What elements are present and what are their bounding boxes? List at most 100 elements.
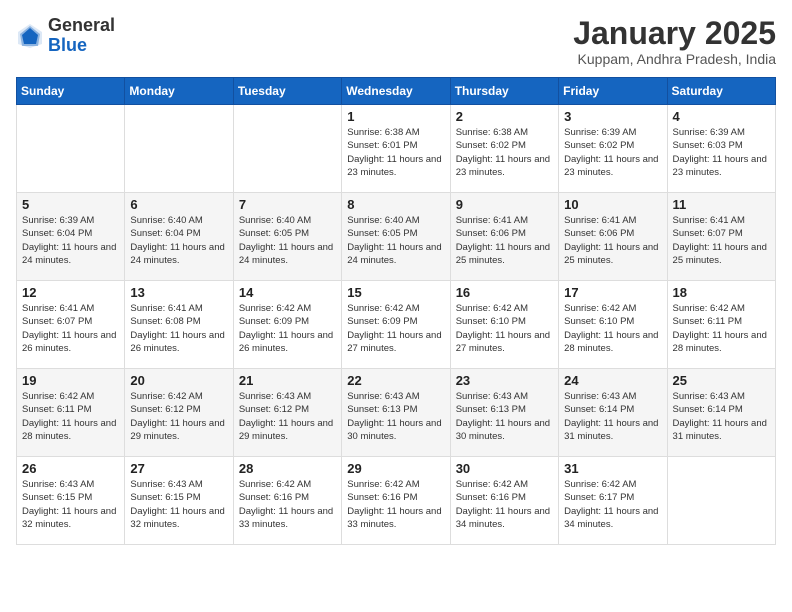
day-number: 23 xyxy=(456,373,553,388)
calendar-cell: 2Sunrise: 6:38 AM Sunset: 6:02 PM Daylig… xyxy=(450,105,558,193)
calendar-cell: 27 Sunrise: 6:43 AM Sunset: 6:15 PM Dayli… xyxy=(125,457,233,545)
weekday-header: Saturday xyxy=(667,78,775,105)
day-info: Sunrise: 6:42 AM Sunset: 6:09 PM Dayligh… xyxy=(347,302,444,355)
day-number: 31 xyxy=(564,461,661,476)
day-number: 24 xyxy=(564,373,661,388)
day-number: 12 xyxy=(22,285,119,300)
day-info: Sunrise: 6:43 AM Sunset: 6:13 PM Dayligh… xyxy=(456,390,553,443)
calendar-cell: 26 Sunrise: 6:43 AM Sunset: 6:15 PM Dayli… xyxy=(17,457,125,545)
calendar-week-row: 1Sunrise: 6:38 AM Sunset: 6:01 PM Daylig… xyxy=(17,105,776,193)
calendar-cell: 24 Sunrise: 6:43 AM Sunset: 6:14 PM Dayli… xyxy=(559,369,667,457)
day-info: Sunrise: 6:43 AM Sunset: 6:13 PM Dayligh… xyxy=(347,390,444,443)
day-info: Sunrise: 6:40 AM Sunset: 6:05 PM Dayligh… xyxy=(347,214,444,267)
day-number: 22 xyxy=(347,373,444,388)
location-text: Kuppam, Andhra Pradesh, India xyxy=(573,51,776,67)
calendar-cell xyxy=(667,457,775,545)
day-number: 13 xyxy=(130,285,227,300)
day-info: Sunrise: 6:42 AM Sunset: 6:11 PM Dayligh… xyxy=(673,302,770,355)
day-info: Sunrise: 6:42 AM Sunset: 6:16 PM Dayligh… xyxy=(239,478,336,531)
day-info: Sunrise: 6:43 AM Sunset: 6:14 PM Dayligh… xyxy=(673,390,770,443)
day-info: Sunrise: 6:39 AM Sunset: 6:02 PM Dayligh… xyxy=(564,126,661,179)
weekday-header: Sunday xyxy=(17,78,125,105)
calendar-header-row: SundayMondayTuesdayWednesdayThursdayFrid… xyxy=(17,78,776,105)
day-number: 16 xyxy=(456,285,553,300)
calendar-cell: 18 Sunrise: 6:42 AM Sunset: 6:11 PM Dayli… xyxy=(667,281,775,369)
day-info: Sunrise: 6:43 AM Sunset: 6:14 PM Dayligh… xyxy=(564,390,661,443)
logo-text: General Blue xyxy=(48,16,115,56)
calendar-cell: 25Sunrise: 6:43 AM Sunset: 6:14 PM Dayli… xyxy=(667,369,775,457)
calendar-cell: 22 Sunrise: 6:43 AM Sunset: 6:13 PM Dayli… xyxy=(342,369,450,457)
calendar-week-row: 19 Sunrise: 6:42 AM Sunset: 6:11 PM Dayli… xyxy=(17,369,776,457)
weekday-header: Tuesday xyxy=(233,78,341,105)
calendar-cell: 17 Sunrise: 6:42 AM Sunset: 6:10 PM Dayli… xyxy=(559,281,667,369)
day-info: Sunrise: 6:41 AM Sunset: 6:08 PM Dayligh… xyxy=(130,302,227,355)
day-number: 21 xyxy=(239,373,336,388)
day-number: 4 xyxy=(673,109,770,124)
day-number: 7 xyxy=(239,197,336,212)
calendar-cell: 28 Sunrise: 6:42 AM Sunset: 6:16 PM Dayli… xyxy=(233,457,341,545)
day-info: Sunrise: 6:41 AM Sunset: 6:07 PM Dayligh… xyxy=(22,302,119,355)
day-number: 8 xyxy=(347,197,444,212)
calendar-cell xyxy=(233,105,341,193)
calendar-cell: 3 Sunrise: 6:39 AM Sunset: 6:02 PM Daylig… xyxy=(559,105,667,193)
calendar-cell: 30Sunrise: 6:42 AM Sunset: 6:16 PM Dayli… xyxy=(450,457,558,545)
day-info: Sunrise: 6:42 AM Sunset: 6:09 PM Dayligh… xyxy=(239,302,336,355)
day-number: 26 xyxy=(22,461,119,476)
calendar-cell: 6 Sunrise: 6:40 AM Sunset: 6:04 PM Daylig… xyxy=(125,193,233,281)
day-info: Sunrise: 6:39 AM Sunset: 6:03 PM Dayligh… xyxy=(673,126,770,179)
day-info: Sunrise: 6:39 AM Sunset: 6:04 PM Dayligh… xyxy=(22,214,119,267)
calendar-cell: 23 Sunrise: 6:43 AM Sunset: 6:13 PM Dayli… xyxy=(450,369,558,457)
weekday-header: Friday xyxy=(559,78,667,105)
month-title: January 2025 xyxy=(573,16,776,51)
calendar-cell: 14Sunrise: 6:42 AM Sunset: 6:09 PM Dayli… xyxy=(233,281,341,369)
calendar-cell: 16Sunrise: 6:42 AM Sunset: 6:10 PM Dayli… xyxy=(450,281,558,369)
day-number: 27 xyxy=(130,461,227,476)
day-number: 1 xyxy=(347,109,444,124)
day-number: 17 xyxy=(564,285,661,300)
day-info: Sunrise: 6:42 AM Sunset: 6:16 PM Dayligh… xyxy=(347,478,444,531)
logo-icon xyxy=(16,22,44,50)
calendar-cell: 8 Sunrise: 6:40 AM Sunset: 6:05 PM Daylig… xyxy=(342,193,450,281)
day-info: Sunrise: 6:43 AM Sunset: 6:15 PM Dayligh… xyxy=(22,478,119,531)
calendar-cell: 21 Sunrise: 6:43 AM Sunset: 6:12 PM Dayli… xyxy=(233,369,341,457)
calendar-cell: 4 Sunrise: 6:39 AM Sunset: 6:03 PM Daylig… xyxy=(667,105,775,193)
day-number: 30 xyxy=(456,461,553,476)
day-number: 28 xyxy=(239,461,336,476)
calendar-week-row: 5 Sunrise: 6:39 AM Sunset: 6:04 PM Daylig… xyxy=(17,193,776,281)
calendar-cell: 13 Sunrise: 6:41 AM Sunset: 6:08 PM Dayli… xyxy=(125,281,233,369)
day-number: 3 xyxy=(564,109,661,124)
day-info: Sunrise: 6:43 AM Sunset: 6:12 PM Dayligh… xyxy=(239,390,336,443)
day-info: Sunrise: 6:41 AM Sunset: 6:07 PM Dayligh… xyxy=(673,214,770,267)
day-number: 15 xyxy=(347,285,444,300)
day-number: 18 xyxy=(673,285,770,300)
day-info: Sunrise: 6:43 AM Sunset: 6:15 PM Dayligh… xyxy=(130,478,227,531)
day-info: Sunrise: 6:42 AM Sunset: 6:10 PM Dayligh… xyxy=(564,302,661,355)
day-info: Sunrise: 6:42 AM Sunset: 6:12 PM Dayligh… xyxy=(130,390,227,443)
calendar-cell: 1Sunrise: 6:38 AM Sunset: 6:01 PM Daylig… xyxy=(342,105,450,193)
weekday-header: Monday xyxy=(125,78,233,105)
calendar-cell: 20 Sunrise: 6:42 AM Sunset: 6:12 PM Dayli… xyxy=(125,369,233,457)
day-number: 9 xyxy=(456,197,553,212)
calendar-week-row: 12 Sunrise: 6:41 AM Sunset: 6:07 PM Dayli… xyxy=(17,281,776,369)
day-number: 6 xyxy=(130,197,227,212)
day-number: 19 xyxy=(22,373,119,388)
weekday-header: Thursday xyxy=(450,78,558,105)
day-number: 20 xyxy=(130,373,227,388)
calendar-cell: 7Sunrise: 6:40 AM Sunset: 6:05 PM Daylig… xyxy=(233,193,341,281)
day-info: Sunrise: 6:41 AM Sunset: 6:06 PM Dayligh… xyxy=(456,214,553,267)
calendar-cell: 19 Sunrise: 6:42 AM Sunset: 6:11 PM Dayli… xyxy=(17,369,125,457)
logo-blue-text: Blue xyxy=(48,36,115,56)
calendar-cell: 5 Sunrise: 6:39 AM Sunset: 6:04 PM Daylig… xyxy=(17,193,125,281)
calendar-cell: 29 Sunrise: 6:42 AM Sunset: 6:16 PM Dayli… xyxy=(342,457,450,545)
day-info: Sunrise: 6:42 AM Sunset: 6:11 PM Dayligh… xyxy=(22,390,119,443)
page-header: General Blue January 2025 Kuppam, Andhra… xyxy=(16,16,776,67)
day-info: Sunrise: 6:38 AM Sunset: 6:02 PM Dayligh… xyxy=(456,126,553,179)
day-number: 5 xyxy=(22,197,119,212)
day-info: Sunrise: 6:40 AM Sunset: 6:04 PM Dayligh… xyxy=(130,214,227,267)
day-number: 11 xyxy=(673,197,770,212)
calendar-cell: 12 Sunrise: 6:41 AM Sunset: 6:07 PM Dayli… xyxy=(17,281,125,369)
calendar-table: SundayMondayTuesdayWednesdayThursdayFrid… xyxy=(16,77,776,545)
day-number: 29 xyxy=(347,461,444,476)
calendar-cell: 11 Sunrise: 6:41 AM Sunset: 6:07 PM Dayli… xyxy=(667,193,775,281)
weekday-header: Wednesday xyxy=(342,78,450,105)
